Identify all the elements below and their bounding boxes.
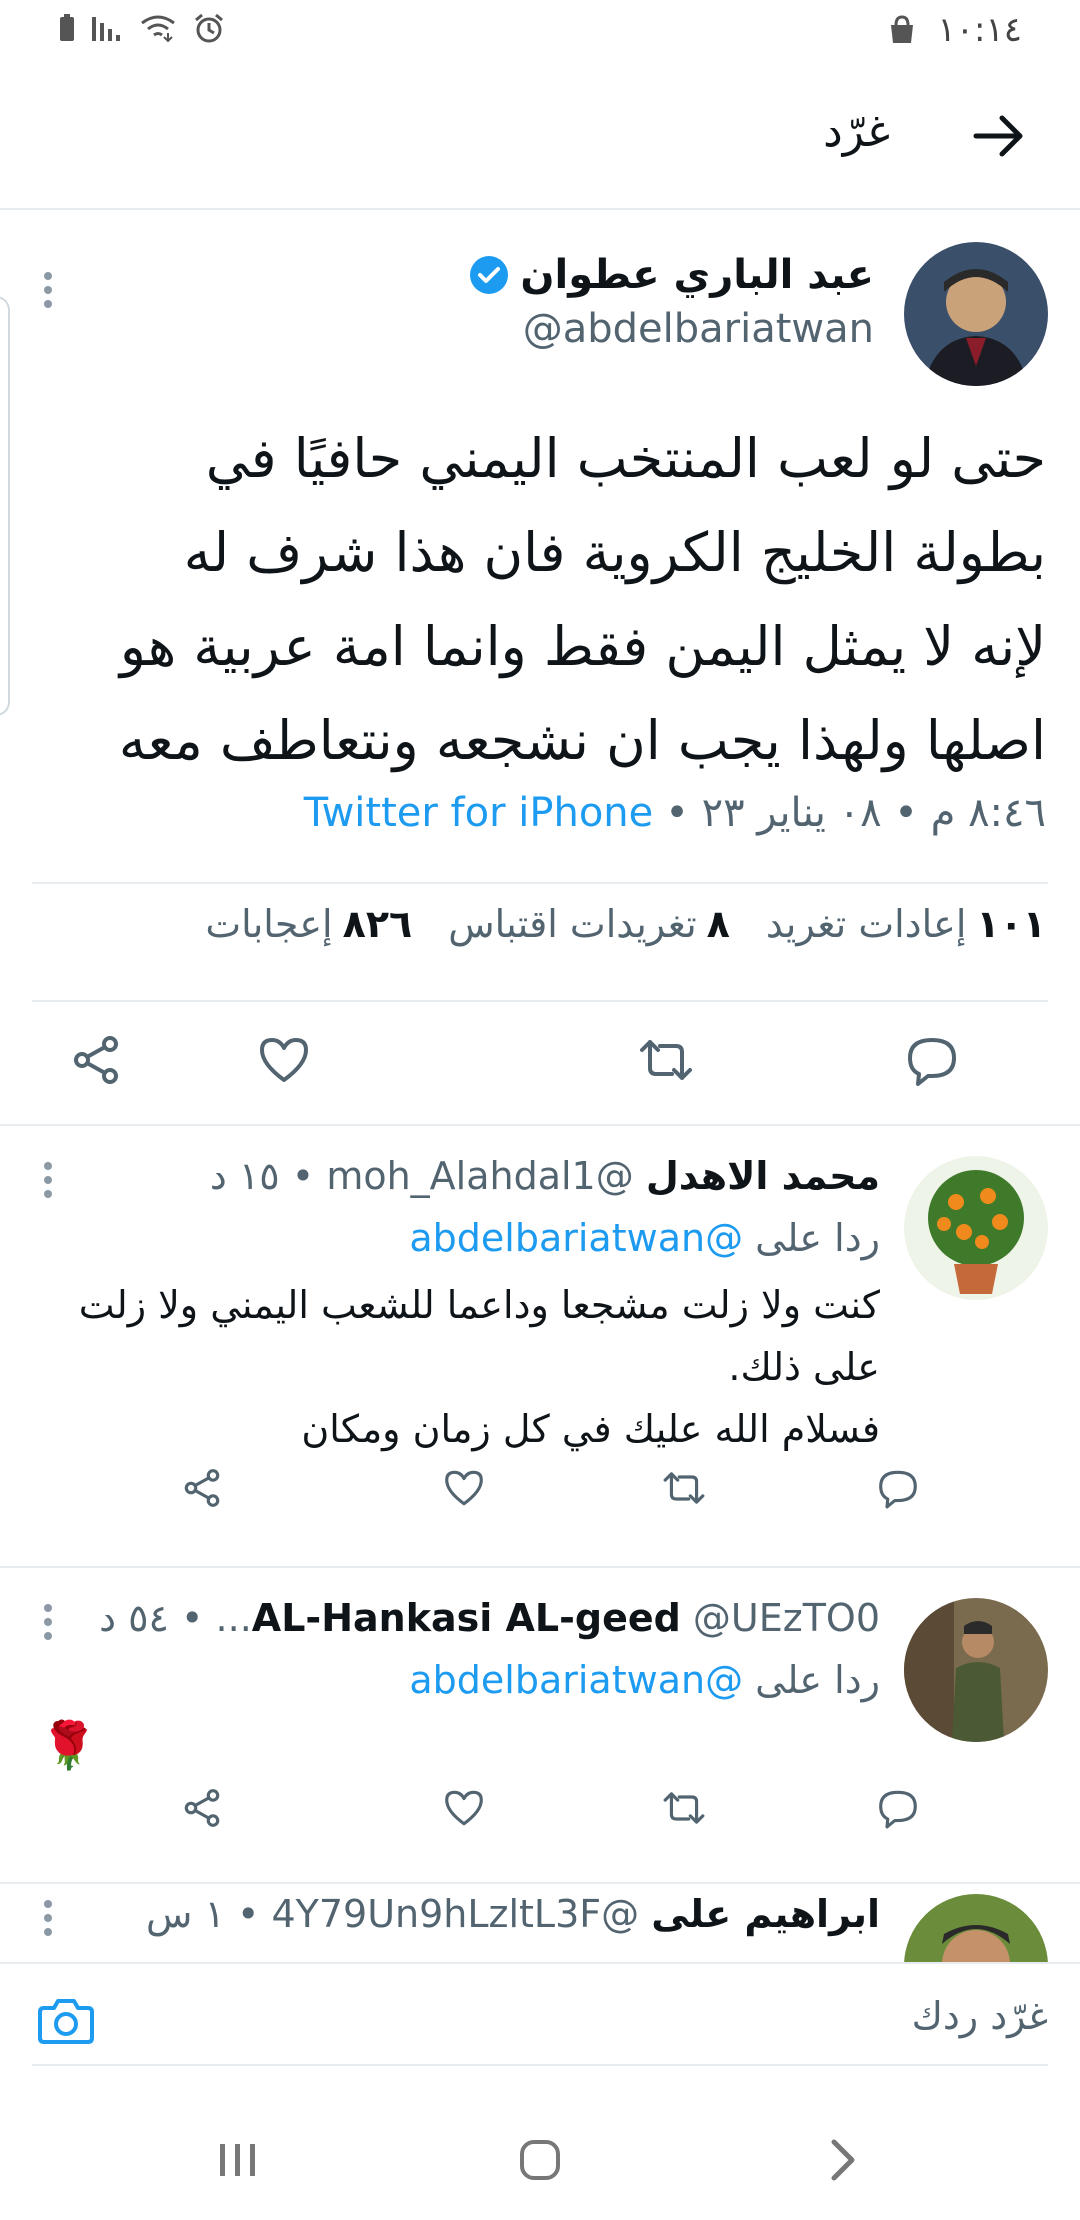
quotes-stat[interactable]: ٨تغريدات اقتباس (448, 902, 730, 946)
reply-header: AL-Hankasi AL-geed @UEzTO0... • ٥٤ د (99, 1596, 880, 1640)
edge-panel-handle[interactable] (0, 296, 10, 716)
tweet-line: لإنه لا يمثل اليمن فقط وانما امة عربية ه… (119, 615, 1046, 678)
retweets-count: ١٠١ (976, 902, 1046, 946)
system-nav-bar (0, 2100, 1080, 2220)
share-icon[interactable] (68, 1032, 124, 1088)
tweet-source[interactable]: Twitter for iPhone (304, 790, 654, 836)
tweet-line: بطولة الخليج الكروية فان هذا شرف له (183, 521, 1046, 584)
retweets-stat[interactable]: ١٠١إعادات تغريد (766, 902, 1046, 946)
reply-input[interactable]: غرّد ردك (32, 1986, 1048, 2066)
more-options-icon[interactable] (42, 1602, 54, 1642)
share-icon[interactable] (180, 1466, 224, 1510)
tweet-text: حتى لو لعب المنتخب اليمني حافيًا في بطول… (26, 412, 1046, 788)
likes-count: ٨٢٦ (342, 902, 413, 946)
quotes-count: ٨ (706, 902, 730, 946)
back-icon[interactable] (812, 2130, 872, 2190)
alarm-icon (195, 13, 223, 43)
reply-header: محمد الاهدل @moh_Alahdal1 • ١٥ د (210, 1154, 880, 1198)
divider (32, 882, 1048, 884)
reply-tweet[interactable]: ابراهيم على @4Y79Un9hLzltL3F • ١ س (0, 1884, 1080, 1962)
share-icon[interactable] (180, 1786, 224, 1830)
more-options-icon[interactable] (42, 1160, 54, 1200)
tweet-timestamp: ٨:٤٦ م • ٠٨ يناير ٢٣ • (665, 790, 1046, 836)
status-bar: ١٠:١٤ (0, 0, 1080, 62)
battery-icon (60, 14, 74, 41)
retweet-icon[interactable] (662, 1786, 706, 1830)
tweet-line: اصلها ولهذا يجب ان نشجعه ونتعاطف معه (118, 709, 1046, 772)
arrow-right-icon[interactable] (966, 104, 1030, 168)
replying-prefix: ردا على (755, 1658, 880, 1702)
reply-line: فسلام الله عليك في كل زمان ومكان (301, 1407, 880, 1451)
reply-text: كنت ولا زلت مشجعا وداعما للشعب اليمني ول… (40, 1274, 880, 1460)
retweet-icon[interactable] (662, 1466, 706, 1510)
replying-prefix: ردا على (755, 1216, 880, 1260)
recents-icon[interactable] (208, 2130, 268, 2190)
tweet-actions (0, 1002, 1080, 1102)
camera-icon[interactable] (36, 1990, 96, 2050)
reply-handle[interactable]: @moh_Alahdal1 (326, 1154, 633, 1198)
bag-icon (891, 15, 914, 43)
reply-tweet[interactable]: AL-Hankasi AL-geed @UEzTO0... • ٥٤ د ردا… (0, 1568, 1080, 1880)
heart-icon[interactable] (442, 1786, 486, 1830)
verified-badge-icon (470, 256, 509, 294)
replying-to-handle[interactable]: @abdelbariatwan (409, 1216, 743, 1260)
reply-time: • ١٥ د (209, 1154, 315, 1198)
clock: ١٠:١٤ (937, 10, 1022, 50)
status-icons-left (58, 12, 226, 44)
replying-to-handle[interactable]: @abdelbariatwan (409, 1658, 743, 1702)
rose-emoji: 🌹 (40, 1718, 98, 1772)
reply-placeholder: غرّد ردك (911, 1994, 1048, 2038)
reply-time: • ١ س (145, 1892, 260, 1936)
reply-header: ابراهيم على @4Y79Un9hLzltL3F • ١ س (146, 1892, 880, 1936)
retweets-label: إعادات تغريد (765, 902, 967, 946)
more-options-icon[interactable] (42, 270, 54, 310)
avatar[interactable] (904, 242, 1048, 386)
reply-handle[interactable]: @4Y79Un9hLzltL3F (271, 1892, 639, 1936)
avatar[interactable] (904, 1894, 1048, 1962)
likes-label: إعجابات (205, 902, 333, 946)
heart-icon[interactable] (256, 1032, 312, 1088)
reply-actions (0, 1786, 1080, 1846)
reply-icon[interactable] (876, 1786, 920, 1830)
retweet-icon[interactable] (638, 1032, 694, 1088)
heart-icon[interactable] (442, 1466, 486, 1510)
replying-to: ردا على @abdelbariatwan (409, 1216, 880, 1260)
tweet-meta: ٨:٤٦ م • ٠٨ يناير ٢٣ • Twitter for iPhon… (304, 790, 1046, 836)
author-handle[interactable]: @abdelbariatwan (468, 306, 874, 352)
reply-author-name[interactable]: محمد الاهدل (646, 1154, 880, 1198)
page-title: غرّد (823, 106, 890, 157)
reply-line: على ذلك. (728, 1345, 880, 1389)
author-name[interactable]: عبد الباري عطوان (520, 252, 874, 298)
more-options-icon[interactable] (42, 1898, 54, 1938)
avatar[interactable] (904, 1156, 1048, 1300)
app-bar: غرّد (0, 62, 1080, 210)
author-name-row: عبد الباري عطوان (468, 252, 874, 298)
reply-author-name[interactable]: ابراهيم على (651, 1892, 880, 1936)
wifi-icon (141, 15, 175, 43)
home-icon[interactable] (510, 2130, 570, 2190)
tweet-line: حتى لو لعب المنتخب اليمني حافيًا في (205, 427, 1046, 490)
reply-author-name[interactable]: AL-Hankasi AL-geed (252, 1596, 681, 1640)
quotes-label: تغريدات اقتباس (448, 902, 697, 946)
status-icons-right: ١٠:١٤ (885, 10, 1022, 50)
reply-line: كنت ولا زلت مشجعا وداعما للشعب اليمني ول… (78, 1283, 880, 1327)
avatar[interactable] (904, 1598, 1048, 1742)
reply-composer: غرّد ردك (0, 1962, 1080, 2082)
author-block: عبد الباري عطوان @abdelbariatwan (468, 252, 874, 352)
signal-icon (92, 17, 120, 41)
replying-to: ردا على @abdelbariatwan (409, 1658, 880, 1702)
tweet-stats: ١٠١إعادات تغريد ٨تغريدات اقتباس ٨٢٦إعجاب… (205, 902, 1046, 946)
reply-actions (0, 1466, 1080, 1526)
reply-time: • ٥٤ د (99, 1596, 204, 1640)
reply-icon[interactable] (904, 1032, 960, 1088)
likes-stat[interactable]: ٨٢٦إعجابات (205, 902, 412, 946)
reply-tweet[interactable]: محمد الاهدل @moh_Alahdal1 • ١٥ د ردا على… (0, 1126, 1080, 1566)
reply-icon[interactable] (876, 1466, 920, 1510)
